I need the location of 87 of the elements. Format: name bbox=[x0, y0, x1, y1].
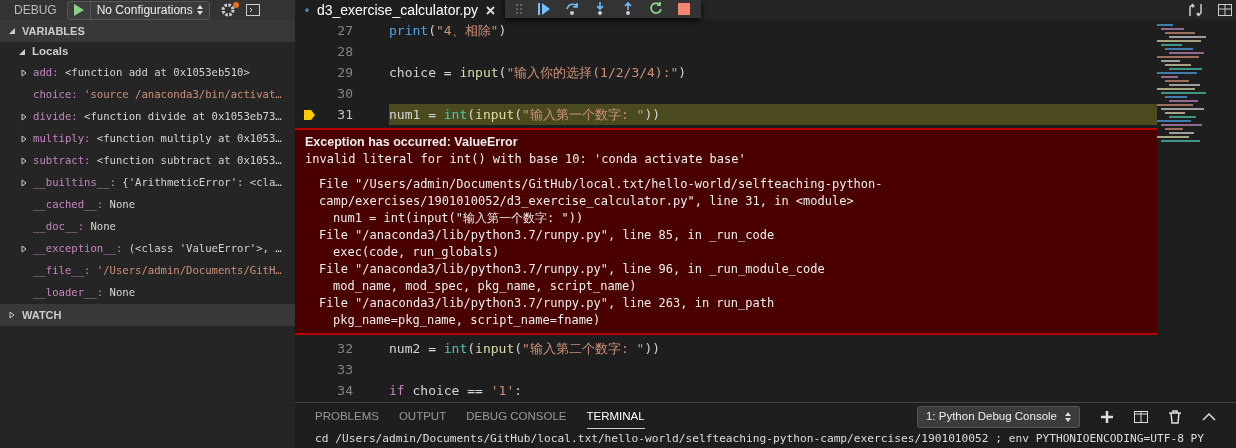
code-line: print("4、相除") bbox=[389, 22, 508, 40]
debug-title: DEBUG bbox=[14, 2, 57, 19]
variable-entry[interactable]: __exception__: (<class 'ValueError'>, … bbox=[33, 241, 282, 257]
variable-entry[interactable]: multiply: <function multiply at 0x1053… bbox=[33, 131, 282, 147]
collapse-icon[interactable] bbox=[8, 27, 16, 35]
stack-frame: File "/anaconda3/lib/python3.7/runpy.py", line 85, in _run_code bbox=[305, 227, 1147, 244]
scope-title: Locals bbox=[32, 44, 69, 60]
compare-icon bbox=[1188, 3, 1204, 17]
delete-terminal-button[interactable] bbox=[1168, 410, 1182, 424]
section-title: VARIABLES bbox=[22, 23, 85, 39]
source-line: exec(code, run_globals) bbox=[332, 244, 501, 261]
line-number: 32 bbox=[336, 339, 353, 358]
expand-icon[interactable] bbox=[20, 69, 28, 77]
panel-tab[interactable]: TERMINAL bbox=[586, 404, 645, 430]
stop-icon bbox=[677, 1, 691, 17]
step-over-icon bbox=[565, 1, 579, 17]
expand-icon[interactable] bbox=[20, 113, 28, 121]
variable-entry[interactable]: __doc__: None bbox=[33, 219, 116, 235]
section-header[interactable]: VARIABLES bbox=[0, 20, 295, 42]
step-into-icon bbox=[593, 1, 607, 17]
line-number: 30 bbox=[336, 84, 353, 103]
variable-entry[interactable]: subtract: <function subtract at 0x1053… bbox=[33, 153, 282, 169]
updown-icon bbox=[196, 5, 203, 15]
panel-tab[interactable]: DEBUG CONSOLE bbox=[466, 405, 567, 429]
stop-button[interactable] bbox=[677, 1, 691, 17]
line-number: 29 bbox=[336, 63, 353, 82]
panel-tab[interactable]: OUTPUT bbox=[398, 405, 447, 429]
panel-tab[interactable]: PROBLEMS bbox=[315, 405, 379, 429]
drag-handle-icon[interactable] bbox=[515, 1, 523, 17]
expand-icon[interactable] bbox=[20, 135, 28, 143]
restart-icon bbox=[649, 1, 663, 17]
collapse-icon[interactable] bbox=[18, 48, 26, 56]
expand-icon[interactable] bbox=[20, 179, 28, 187]
settings-button[interactable] bbox=[219, 2, 236, 18]
split-terminal-button[interactable] bbox=[1134, 410, 1148, 424]
section-header[interactable]: WATCH bbox=[0, 304, 295, 326]
stack-frame: File "/anaconda3/lib/python3.7/runpy.py", line 96, in _run_module_code bbox=[305, 261, 1147, 278]
exception-title: Exception has occurred: ValueError bbox=[305, 134, 519, 151]
updown-icon bbox=[1065, 412, 1071, 422]
split-icon bbox=[1218, 3, 1232, 17]
configuration-name: No Configurations bbox=[96, 2, 193, 19]
new-terminal-button[interactable] bbox=[1100, 410, 1114, 424]
variable-entry[interactable]: choice: 'source /anaconda3/bin/activat… bbox=[33, 87, 282, 103]
editor-tab[interactable]: d3_exercise_calculator.py bbox=[295, 0, 505, 20]
line-number: 34 bbox=[336, 381, 353, 400]
section-title: WATCH bbox=[22, 307, 62, 323]
settings-icon bbox=[219, 2, 236, 18]
scope-row[interactable]: Locals bbox=[0, 42, 295, 62]
trash-icon bbox=[1168, 410, 1182, 424]
play-icon bbox=[73, 4, 84, 16]
expand-icon[interactable] bbox=[20, 157, 28, 165]
line-number: 28 bbox=[336, 42, 353, 61]
line-number: 31 bbox=[336, 105, 353, 124]
variable-entry[interactable]: divide: <function divide at 0x1053eb73… bbox=[33, 109, 282, 125]
stack-frame: File "/anaconda3/lib/python3.7/runpy.py", line 263, in run_path bbox=[305, 295, 1147, 312]
code-line: choice = input("输入你的选择(1/2/3/4):") bbox=[389, 64, 688, 82]
continue-icon bbox=[537, 1, 551, 17]
restart-button[interactable] bbox=[649, 1, 663, 17]
expand-icon[interactable] bbox=[8, 311, 16, 319]
configuration-select[interactable]: No Configurations bbox=[66, 0, 210, 20]
variable-entry[interactable]: __loader__: None bbox=[33, 285, 136, 301]
code-line: num2 = int(input("输入第二个数字: ")) bbox=[389, 340, 662, 358]
variable-entry[interactable]: __file__: '/Users/admin/Documents/GitH… bbox=[33, 263, 282, 279]
variable-entry[interactable]: add: <function add at 0x1053eb510> bbox=[33, 65, 250, 81]
plus-icon bbox=[1100, 410, 1114, 424]
variable-entry[interactable]: __cached__: None bbox=[33, 197, 136, 213]
line-number: 33 bbox=[336, 360, 353, 379]
source-line: num1 = int(input("输入第一个数字: ")) bbox=[332, 210, 585, 227]
source-line: pkg_name=pkg_name, script_name=fname) bbox=[332, 312, 602, 329]
source-line: mod_name, mod_spec, pkg_name, script_name) bbox=[332, 278, 638, 295]
debug-console-button[interactable] bbox=[245, 4, 260, 16]
exception-message: invalid literal for int() with base 10: 'conda activate base' bbox=[305, 151, 747, 168]
step-into-button[interactable] bbox=[593, 1, 607, 17]
code-line: if choice == '1': bbox=[389, 382, 524, 400]
compare-changes-button[interactable] bbox=[1188, 3, 1204, 17]
terminal-select[interactable]: 1: Python Debug Console bbox=[916, 406, 1080, 428]
expand-icon[interactable] bbox=[20, 245, 28, 253]
terminal-output: cd /Users/admin/Documents/GitHub/local.txt/hello-world/selfteaching-python-camp/exercises/1901010052 ; env PYTHONIOENCODING=UTF-8 PY bbox=[314, 431, 1206, 447]
continue-button[interactable] bbox=[537, 1, 551, 17]
line-number: 27 bbox=[336, 21, 353, 40]
terminal-icon bbox=[245, 4, 260, 16]
variable-entry[interactable]: __builtins__: {'ArithmeticError': <cla… bbox=[33, 175, 282, 191]
tab-title: d3_exercise_calculator.py bbox=[316, 0, 478, 20]
split-icon bbox=[1134, 410, 1148, 424]
close-icon bbox=[486, 6, 495, 16]
step-over-button[interactable] bbox=[565, 1, 579, 17]
split-editor-button[interactable] bbox=[1218, 3, 1232, 17]
